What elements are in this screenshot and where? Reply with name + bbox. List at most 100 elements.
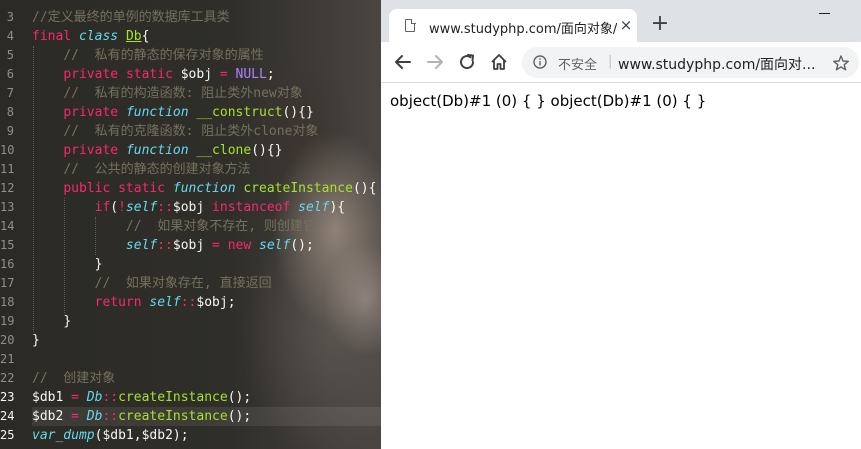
keyword: static: [125, 67, 173, 82]
active-tab[interactable]: www.studyphp.com/面向对象/cl ×: [389, 9, 637, 42]
address-bar[interactable]: 不安全 | www.studyphp.com/面向对...: [522, 47, 859, 78]
punctuation: }: [63, 314, 72, 329]
code-line: // 如果对象不存在, 则创建它: [32, 217, 316, 236]
tab-title: www.studyphp.com/面向对象/cl: [429, 22, 617, 37]
line-number: 9: [6, 124, 14, 138]
variable: $db2: [32, 409, 64, 424]
line-number: 3: [6, 10, 14, 24]
code-line: // 私有的构造函数: 阻止类外new对象: [32, 84, 302, 103]
keyword: self: [125, 200, 158, 215]
line-number: 12: [0, 181, 15, 195]
operator: =: [71, 409, 79, 424]
tab-strip: www.studyphp.com/面向对象/cl × +: [381, 0, 861, 42]
browser-toolbar: 不安全 | www.studyphp.com/面向对...: [381, 42, 861, 83]
code-line: // 私有的静态的保存对象的属性: [32, 46, 263, 65]
function-name: createInstance: [118, 390, 228, 405]
punctuation: ($db1,$db2);: [94, 428, 189, 443]
code-line: //定义最终的单例的数据库工具类: [32, 8, 230, 27]
forward-button[interactable]: [421, 48, 449, 76]
punctuation: ;: [266, 67, 275, 82]
code-line: return self::$obj;: [32, 293, 236, 312]
code-line: $db1 = Db::createInstance();: [32, 388, 251, 407]
variable: $obj: [180, 67, 213, 82]
keyword: instanceof: [212, 200, 291, 215]
url-text[interactable]: www.studyphp.com/面向对...: [618, 54, 818, 74]
function-name: __clone: [196, 143, 252, 158]
url-separator: |: [608, 54, 613, 69]
line-number: 23: [0, 390, 15, 404]
punctuation: (){}: [251, 143, 283, 158]
operator: ::: [102, 409, 119, 424]
line-number: 10: [0, 143, 15, 157]
function-name: __construct: [196, 105, 283, 120]
line-number: 8: [6, 105, 14, 119]
line-number: 16: [0, 257, 15, 271]
minimize-icon[interactable]: [815, 4, 835, 20]
operator: ::: [180, 295, 197, 310]
line-number: 21: [0, 352, 15, 366]
line-number: 17: [0, 276, 15, 290]
operator: =: [212, 238, 220, 253]
code-line: }: [32, 312, 71, 331]
back-button[interactable]: [389, 48, 417, 76]
keyword: self: [259, 238, 291, 253]
keyword: private: [63, 67, 119, 82]
current-code-line: $db2 = Db::createInstance();: [32, 407, 381, 426]
keyword: final: [32, 29, 72, 44]
reload-button[interactable]: [453, 48, 481, 76]
class-name: Db: [125, 29, 142, 44]
home-button[interactable]: [485, 48, 513, 76]
punctuation: }: [32, 333, 40, 348]
line-number: 6: [6, 67, 14, 81]
keyword: private: [63, 143, 119, 158]
code-line: // 创建对象: [32, 369, 115, 388]
variable: $obj;: [196, 295, 236, 310]
info-icon[interactable]: [533, 55, 547, 69]
code-editor[interactable]: 3 4 5 6 7 8 9 10 11 12 13 14 15 16 17 18…: [0, 0, 381, 449]
class-name: Db: [86, 409, 103, 424]
operator: !: [118, 200, 126, 215]
constant: NULL: [235, 67, 267, 82]
line-number: 24: [0, 409, 15, 423]
code-line: public static function createInstance(){: [32, 179, 376, 198]
code-line: }: [32, 331, 40, 350]
star-icon[interactable]: [832, 54, 850, 72]
page-content: object(Db)#1 (0) { } object(Db)#1 (0) { …: [381, 83, 861, 449]
comment: //定义最终的单例的数据库工具类: [32, 10, 230, 25]
line-number: 5: [6, 48, 14, 62]
comment: // 公共的静态的创建对象方法: [63, 162, 251, 177]
keyword: class: [78, 29, 119, 44]
code-area[interactable]: //定义最终的单例的数据库工具类 final class Db{ // 私有的静…: [32, 0, 381, 449]
punctuation: {: [141, 29, 150, 44]
line-number-gutter: 3 4 5 6 7 8 9 10 11 12 13 14 15 16 17 18…: [0, 0, 32, 449]
close-icon[interactable]: ×: [617, 16, 635, 34]
punctuation: }: [94, 257, 103, 272]
security-label[interactable]: 不安全: [558, 54, 597, 73]
line-number: 18: [0, 295, 15, 309]
code-line: final class Db{: [32, 27, 149, 46]
punctuation: ){: [329, 200, 346, 215]
keyword: function: [172, 181, 236, 196]
browser-window: www.studyphp.com/面向对象/cl × + 不安全 | www.s…: [381, 0, 861, 449]
keyword: private: [63, 105, 119, 120]
plus-icon[interactable]: +: [649, 13, 671, 35]
keyword: function: [125, 143, 189, 158]
punctuation: (: [110, 200, 119, 215]
keyword: new: [227, 238, 252, 253]
keyword: self: [125, 238, 158, 253]
operator: ::: [102, 390, 119, 405]
var-dump-output: object(Db)#1 (0) { } object(Db)#1 (0) { …: [390, 92, 707, 110]
line-number: 20: [0, 333, 15, 347]
keyword: return: [94, 295, 142, 310]
operator: =: [71, 390, 79, 405]
variable: $obj: [172, 238, 205, 253]
code-line: private function __construct(){}: [32, 103, 313, 122]
line-number: 15: [0, 238, 15, 252]
code-line: self::$obj = new self();: [32, 236, 314, 255]
class-name: Db: [86, 390, 103, 405]
comment: // 如果对象存在, 直接返回: [94, 276, 272, 291]
line-number: 19: [0, 314, 15, 328]
comment: // 私有的克隆函数: 阻止类外clone对象: [63, 124, 319, 139]
code-line: // 如果对象存在, 直接返回: [32, 274, 272, 293]
reload-icon: [460, 54, 475, 70]
